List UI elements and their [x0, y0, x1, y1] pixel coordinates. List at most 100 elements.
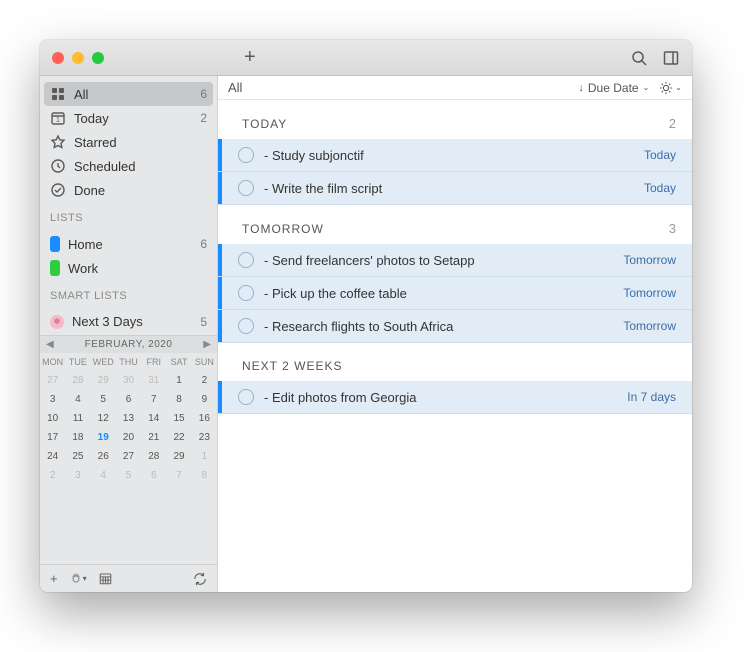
panel-toggle-icon[interactable]	[662, 49, 680, 67]
cal-day[interactable]: 2	[192, 371, 217, 390]
task-checkbox[interactable]	[238, 147, 254, 163]
cal-day[interactable]: 30	[116, 371, 141, 390]
cal-day[interactable]: 5	[91, 390, 116, 409]
task-row[interactable]: - Research flights to South AfricaTomorr…	[218, 310, 692, 343]
add-task-button[interactable]: +	[244, 46, 256, 69]
section-header: NEXT 2 WEEKS	[218, 343, 692, 381]
cal-day[interactable]: 4	[65, 390, 90, 409]
sidebar-smartlist[interactable]: ✽Next 3 Days5	[40, 310, 217, 333]
cal-next-button[interactable]: ▶	[203, 339, 211, 350]
view-options-button[interactable]: ⌄	[659, 81, 682, 95]
sidebar-item-label: Work	[68, 261, 199, 276]
minimize-button[interactable]	[72, 52, 84, 64]
settings-button[interactable]: ▾	[70, 573, 87, 585]
task-checkbox[interactable]	[238, 180, 254, 196]
task-title: - Study subjonctif	[264, 148, 644, 163]
sidebar-item-label: Starred	[74, 135, 199, 150]
task-checkbox[interactable]	[238, 318, 254, 334]
grid-icon	[50, 86, 66, 102]
sidebar-list-home[interactable]: Home 6	[40, 232, 217, 256]
sidebar-list-work[interactable]: Work	[40, 256, 217, 280]
cal-dow: WED	[91, 353, 116, 371]
cal-day[interactable]: 12	[91, 409, 116, 428]
cal-day[interactable]: 3	[40, 390, 65, 409]
cal-day[interactable]: 27	[40, 371, 65, 390]
cal-day[interactable]: 22	[166, 428, 191, 447]
task-title: - Research flights to South Africa	[264, 319, 623, 334]
cal-day[interactable]: 8	[166, 390, 191, 409]
cal-day[interactable]: 25	[65, 447, 90, 466]
cal-day[interactable]: 13	[116, 409, 141, 428]
sidebar-item-label: Scheduled	[74, 159, 199, 174]
sidebar-item-scheduled[interactable]: Scheduled	[40, 154, 217, 178]
task-checkbox[interactable]	[238, 389, 254, 405]
cal-day[interactable]: 5	[116, 466, 141, 485]
cal-day[interactable]: 28	[141, 447, 166, 466]
sidebar-item-all[interactable]: All6	[44, 82, 213, 106]
sidebar-footer: + ▾	[40, 564, 217, 592]
cal-day[interactable]: 26	[91, 447, 116, 466]
cal-day[interactable]: 28	[65, 371, 90, 390]
cal-day[interactable]: 8	[192, 466, 217, 485]
task-row[interactable]: - Send freelancers' photos to SetappTomo…	[218, 244, 692, 277]
cal-day[interactable]: 10	[40, 409, 65, 428]
cal-day[interactable]: 6	[116, 390, 141, 409]
svg-text:1: 1	[56, 117, 60, 124]
cal-day[interactable]: 2	[40, 466, 65, 485]
sidebar-item-starred[interactable]: Starred	[40, 130, 217, 154]
cal-day[interactable]: 20	[116, 428, 141, 447]
cal-day[interactable]: 3	[65, 466, 90, 485]
sidebar-item-label: Home	[68, 237, 192, 252]
sync-button[interactable]	[193, 572, 207, 586]
cal-day[interactable]: 6	[141, 466, 166, 485]
star-icon	[50, 134, 66, 150]
close-button[interactable]	[52, 52, 64, 64]
sort-menu[interactable]: ↓ Due Date ⌄	[578, 81, 649, 95]
cal-day[interactable]: 23	[192, 428, 217, 447]
cal-day[interactable]: 27	[116, 447, 141, 466]
task-row[interactable]: - Study subjonctifToday	[218, 139, 692, 172]
lists-header: LISTS	[40, 204, 217, 226]
section-title: NEXT 2 WEEKS	[242, 359, 342, 373]
main-header: All ↓ Due Date ⌄ ⌄	[218, 76, 692, 100]
task-due: Tomorrow	[623, 286, 676, 300]
task-checkbox[interactable]	[238, 285, 254, 301]
task-due: Today	[644, 148, 676, 162]
cal-day[interactable]: 14	[141, 409, 166, 428]
smartlists-header: SMART LISTS	[40, 282, 217, 304]
cal-day[interactable]: 1	[192, 447, 217, 466]
cal-day[interactable]: 24	[40, 447, 65, 466]
sidebar-item-count: 6	[200, 237, 207, 251]
cal-prev-button[interactable]: ◀	[46, 339, 54, 350]
cal-day[interactable]: 29	[166, 447, 191, 466]
task-checkbox[interactable]	[238, 252, 254, 268]
task-row[interactable]: - Write the film scriptToday	[218, 172, 692, 205]
add-list-button[interactable]: +	[50, 571, 58, 586]
calendar: ◀ FEBRUARY, 2020 ▶ MONTUEWEDTHUFRISATSUN…	[40, 335, 217, 485]
cal-day[interactable]: 7	[141, 390, 166, 409]
cal-day[interactable]: 19	[91, 428, 116, 447]
sidebar-item-today[interactable]: 1Today2	[40, 106, 217, 130]
cal-day[interactable]: 31	[141, 371, 166, 390]
zoom-button[interactable]	[92, 52, 104, 64]
task-row[interactable]: - Edit photos from GeorgiaIn 7 days	[218, 381, 692, 414]
cal-day[interactable]: 7	[166, 466, 191, 485]
cal-day[interactable]: 29	[91, 371, 116, 390]
cal-day[interactable]: 11	[65, 409, 90, 428]
sidebar: All61Today2 Starred Scheduled Done LISTS Ho…	[40, 76, 218, 592]
cal-day[interactable]: 1	[166, 371, 191, 390]
cal-day[interactable]: 17	[40, 428, 65, 447]
task-title: - Write the film script	[264, 181, 644, 196]
cal-day[interactable]: 4	[91, 466, 116, 485]
sidebar-item-done[interactable]: Done	[40, 178, 217, 202]
task-due: Tomorrow	[623, 253, 676, 267]
titlebar: +	[40, 40, 692, 76]
cal-day[interactable]: 9	[192, 390, 217, 409]
cal-day[interactable]: 18	[65, 428, 90, 447]
task-row[interactable]: - Pick up the coffee tableTomorrow	[218, 277, 692, 310]
calendar-toggle-button[interactable]	[99, 572, 112, 585]
cal-day[interactable]: 16	[192, 409, 217, 428]
cal-day[interactable]: 21	[141, 428, 166, 447]
search-icon[interactable]	[630, 49, 648, 67]
cal-day[interactable]: 15	[166, 409, 191, 428]
